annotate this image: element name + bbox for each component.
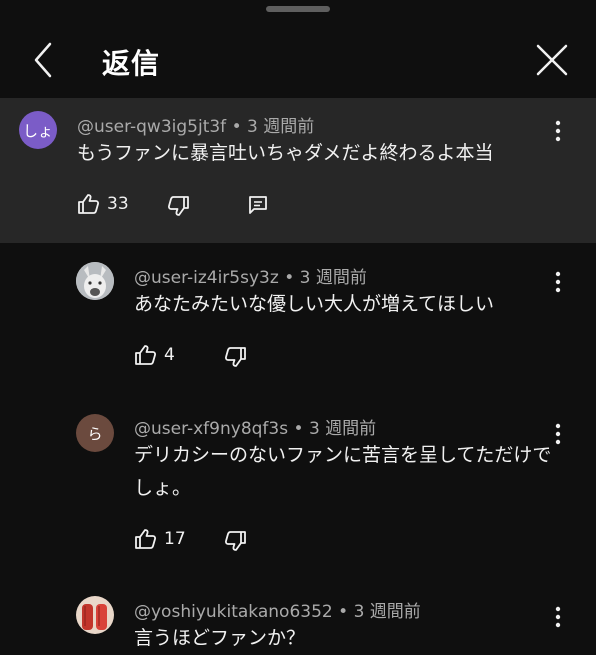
comment-time[interactable]: 3 週間前: [309, 419, 376, 439]
avatar[interactable]: しょ: [19, 111, 57, 149]
more-vert-icon: [555, 423, 561, 445]
more-options-button[interactable]: [548, 602, 568, 632]
thumb-up-icon: [135, 529, 157, 549]
drag-handle[interactable]: [266, 6, 330, 12]
more-vert-icon: [555, 120, 561, 142]
comment-author[interactable]: @yoshiyukitakano6352: [134, 602, 333, 622]
thumb-up-icon: [135, 345, 157, 365]
avatar-initials: ら: [87, 424, 103, 443]
wolf-avatar-image: [76, 262, 114, 300]
more-vert-icon: [555, 271, 561, 293]
avatar[interactable]: [76, 596, 114, 634]
comment-time[interactable]: 3 週間前: [247, 117, 314, 137]
reply-button[interactable]: [247, 194, 269, 216]
like-count: 17: [164, 529, 186, 549]
comment-meta: @user-xf9ny8qf3s • 3 週間前: [134, 414, 376, 439]
avatar-initials: しょ: [22, 121, 53, 140]
meta-separator: •: [231, 117, 242, 137]
thumb-down-icon: [224, 347, 246, 367]
close-button[interactable]: [532, 40, 572, 80]
gloves-avatar-image: [76, 596, 114, 634]
chevron-left-icon: [34, 42, 52, 78]
comment-meta: @user-qw3ig5jt3f • 3 週間前: [77, 112, 314, 137]
comment-author[interactable]: @user-xf9ny8qf3s: [134, 419, 288, 439]
like-count: 33: [107, 194, 129, 214]
comment-author[interactable]: @user-qw3ig5jt3f: [77, 117, 226, 137]
comment-text: あなたみたいな優しい大人が増えてほしい: [134, 293, 495, 315]
like-count: 4: [164, 345, 175, 365]
close-icon: [536, 44, 568, 76]
thumb-up-icon: [78, 194, 100, 214]
more-vert-icon: [555, 606, 561, 628]
dislike-button[interactable]: [223, 529, 247, 553]
reply-comment: ら @user-xf9ny8qf3s • 3 週間前 デリカシーのないファンに苦…: [0, 393, 596, 588]
parent-comment: しょ @user-qw3ig5jt3f • 3 週間前 もうファンに暴言吐いちゃ…: [0, 98, 596, 243]
back-button[interactable]: [26, 38, 66, 82]
like-button[interactable]: 4: [134, 343, 175, 367]
thumb-down-icon: [167, 196, 189, 216]
comment-time[interactable]: 3 週間前: [354, 602, 421, 622]
comment-time[interactable]: 3 週間前: [300, 268, 367, 288]
comment-author[interactable]: @user-iz4ir5sy3z: [134, 268, 279, 288]
more-options-button[interactable]: [548, 419, 568, 449]
meta-separator: •: [284, 268, 295, 288]
meta-separator: •: [338, 602, 349, 622]
comment-icon: [249, 196, 267, 214]
like-button[interactable]: 17: [134, 527, 186, 551]
reply-comment: @user-iz4ir5sy3z • 3 週間前 あなたみたいな優しい大人が増え…: [0, 243, 596, 393]
more-options-button[interactable]: [548, 267, 568, 297]
comment-text: もうファンに暴言吐いちゃダメだよ終わるよ本当: [77, 142, 494, 164]
comment-text: 言うほどファンか？: [134, 627, 306, 649]
comment-meta: @user-iz4ir5sy3z • 3 週間前: [134, 263, 367, 288]
replies-header: 返信: [0, 20, 596, 98]
thumb-down-icon: [224, 531, 246, 551]
like-button[interactable]: 33: [77, 192, 129, 216]
reply-comment: @yoshiyukitakano6352 • 3 週間前 言うほどファンか？: [0, 588, 596, 649]
dislike-button[interactable]: [166, 194, 190, 218]
page-title: 返信: [102, 47, 161, 80]
comment-text: デリカシーのないファンに苦言を呈してただけでしょ。: [134, 444, 552, 499]
avatar[interactable]: [76, 262, 114, 300]
more-options-button[interactable]: [548, 116, 568, 146]
dislike-button[interactable]: [223, 345, 247, 369]
avatar[interactable]: ら: [76, 414, 114, 452]
comment-meta: @yoshiyukitakano6352 • 3 週間前: [134, 597, 421, 622]
meta-separator: •: [293, 419, 304, 439]
